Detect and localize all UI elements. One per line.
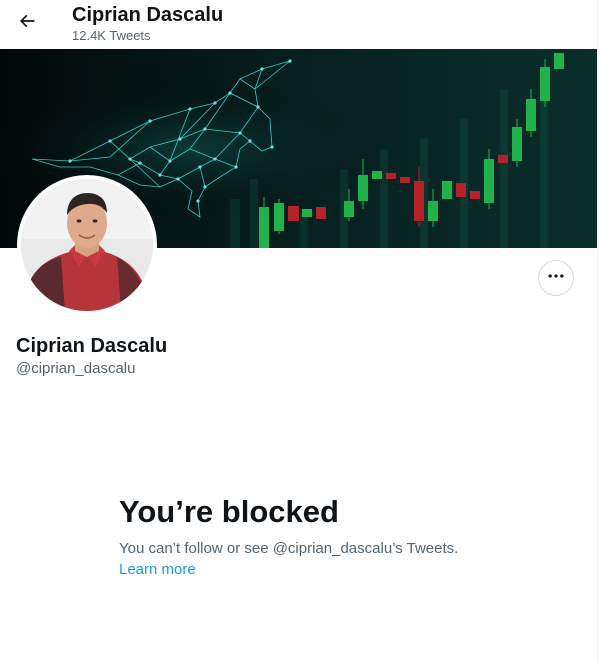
header-title: Ciprian Dascalu [72,4,224,26]
profile-name: Ciprian Dascalu [16,335,168,357]
tweet-count: 12.4K Tweets [72,28,151,43]
avatar[interactable] [17,175,157,315]
back-button[interactable] [10,6,44,40]
learn-more-link[interactable]: Learn more [119,561,196,579]
avatar-photo [21,179,153,311]
more-horizontal-icon [546,266,566,291]
profile-handle: @ciprian_dascalu [16,360,136,377]
arrow-left-icon [17,11,37,36]
column-divider [597,0,598,661]
profile-header: Ciprian Dascalu 12.4K Tweets [0,0,597,48]
blocked-description: You can’t follow or see @ciprian_dascalu… [119,540,459,557]
more-options-button[interactable] [538,260,574,296]
blocked-title: You’re blocked [119,494,339,529]
